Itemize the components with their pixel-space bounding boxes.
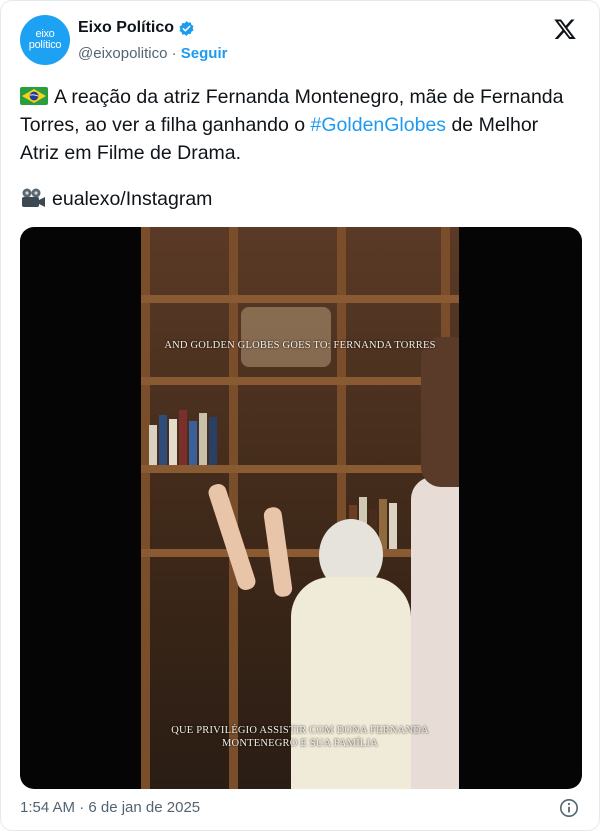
tweet-text: A reação da atriz Fernanda Montenegro, m… [20,83,580,167]
shelf-board [141,377,459,385]
person-body [291,577,411,789]
shelf-decoration [241,307,331,367]
author-avatar[interactable]: eixo político [20,15,70,65]
video-player[interactable]: AND GOLDEN GLOBES GOES TO: FERNANDA TORR… [20,227,582,789]
shelf-board [141,465,459,473]
video-caption-bottom: QUE PRIVILÉGIO ASSISTIR COM DONA FERNAND… [140,724,460,750]
tweet-card: eixo político Eixo Político @eixopolitic… [0,0,600,831]
x-logo-icon[interactable] [553,17,577,41]
follow-button[interactable]: Seguir [181,45,228,62]
author-handle-row: @eixopolitico · Seguir [78,45,227,62]
video-caption-bottom-line2: MONTENEGRO E SUA FAMÍLIA [222,738,378,749]
brazil-flag-icon [20,87,48,105]
book-row [149,403,227,465]
video-caption-top: AND GOLDEN GLOBES GOES TO: FERNANDA TORR… [164,340,436,351]
video-caption-bottom-line1: QUE PRIVILÉGIO ASSISTIR COM DONA FERNAND… [171,725,429,736]
source-line: eualexo/Instagram [20,187,212,211]
video-frame [141,227,459,789]
source-text: eualexo/Instagram [52,188,213,210]
movie-camera-icon [22,188,45,207]
shelf-board [141,295,459,303]
avatar-text-line2: político [28,39,62,51]
shelf-post [141,227,150,789]
author-name[interactable]: Eixo Político [78,19,174,37]
hashtag-link[interactable]: #GoldenGlobes [311,114,447,136]
tweet-timestamp[interactable]: 1:54 AM · 6 de jan de 2025 [20,799,200,816]
author-name-row: Eixo Político [78,19,195,37]
verified-badge-icon [179,20,194,36]
info-icon[interactable] [559,798,579,818]
person-standing-head [421,337,459,487]
author-handle[interactable]: @eixopolitico [78,45,167,62]
handle-separator: · [171,45,177,62]
